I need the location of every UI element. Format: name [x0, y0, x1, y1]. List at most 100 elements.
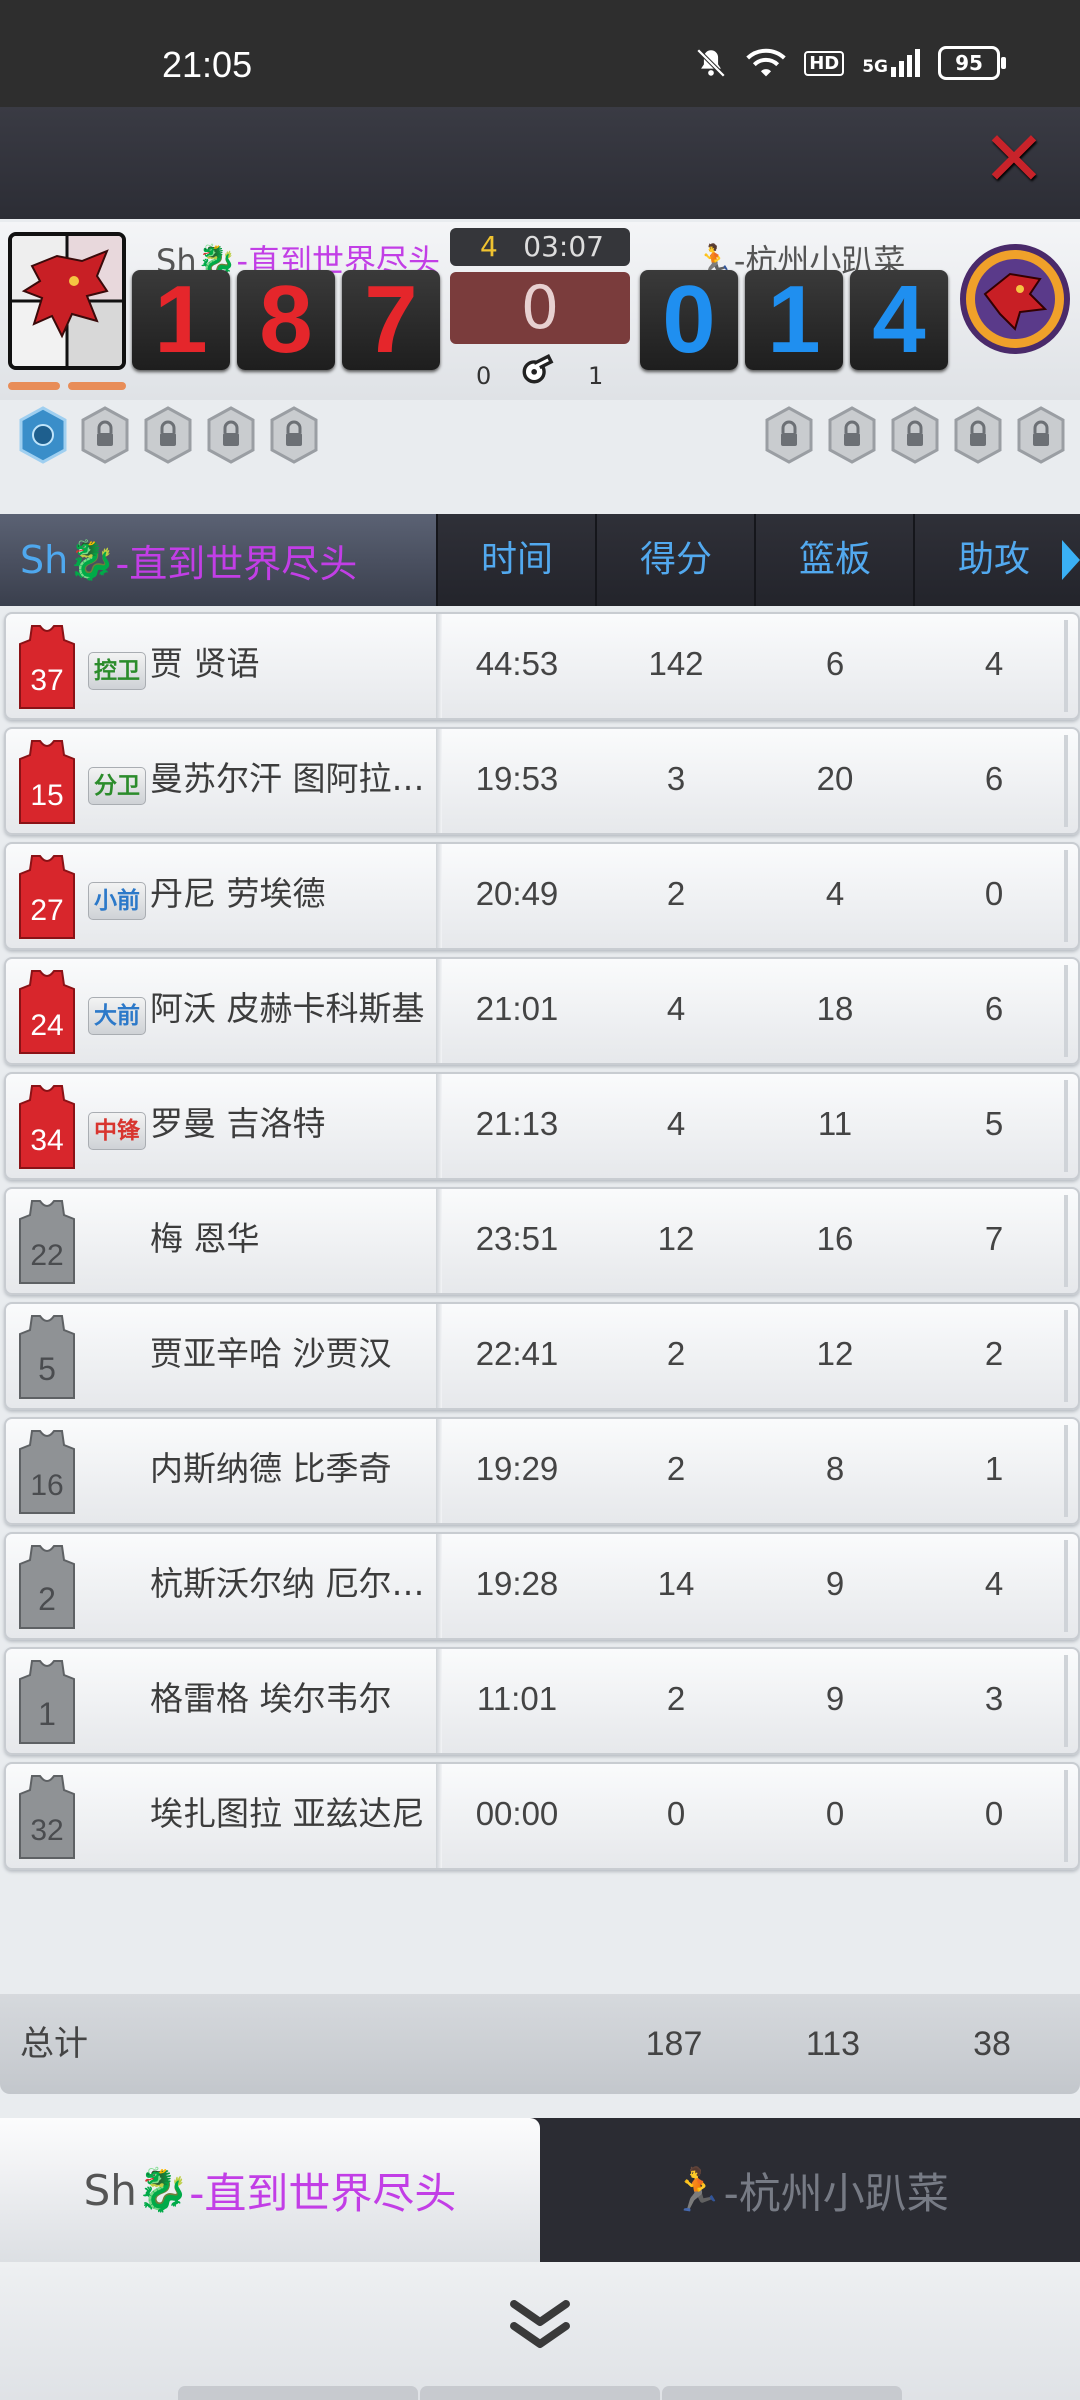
player-name: 罗曼 吉洛特 [150, 1104, 326, 1143]
locked-badge-icon[interactable] [269, 406, 319, 464]
player-name: 杭斯沃尔纳 厄尔… [150, 1564, 425, 1603]
jersey-number: 1 [38, 1696, 56, 1732]
player-name: 丹尼 劳埃德 [150, 874, 326, 913]
jersey-icon: 16 [19, 1430, 75, 1514]
game-clock-panel: 4 03:07 [450, 228, 630, 266]
battery-level: 95 [955, 51, 983, 75]
mute-icon [696, 48, 726, 78]
table-row[interactable]: 22 梅 恩华 23:51 12 16 7 [4, 1187, 1080, 1295]
locked-badge-icon[interactable] [764, 406, 814, 464]
row-edge [1064, 1195, 1068, 1287]
double-chevron-down-icon[interactable] [508, 2298, 572, 2354]
player-name: 贾亚辛哈 沙贾汉 [150, 1334, 392, 1373]
locked-badge-icon[interactable] [206, 406, 256, 464]
stat-rebounds: 9 [825, 1680, 845, 1717]
table-row[interactable]: 32 埃扎图拉 亚兹达尼 00:00 0 0 0 [4, 1762, 1080, 1870]
table-row[interactable]: 1 格雷格 埃尔韦尔 11:01 2 9 3 [4, 1647, 1080, 1755]
stat-points: 4 [666, 1105, 686, 1142]
jersey-number: 15 [30, 779, 63, 812]
dragon-emoji-icon: 🐉 [68, 537, 116, 582]
table-row[interactable]: 27 小前 丹尼 劳埃德 20:49 2 4 0 [4, 842, 1080, 950]
tab-away-label: -杭州小趴菜 [723, 2168, 949, 2218]
close-button[interactable]: ✕ [980, 121, 1048, 197]
stat-rebounds: 11 [817, 1105, 853, 1142]
status-icons: HD 5G 95 [694, 46, 1006, 80]
scoreboard: Sh🐉-直到世界尽头 1 8 7 4 03:07 0 0 1 🏃-杭州小趴菜 0… [0, 222, 1080, 400]
position-badge: 分卫 [88, 767, 146, 805]
row-edge [1064, 620, 1068, 712]
stat-rebounds: 16 [816, 1220, 854, 1257]
stat-assists: 0 [984, 1795, 1004, 1832]
stat-assists: 4 [984, 645, 1004, 682]
bottom-segment-3 [662, 2386, 902, 2400]
locked-badge-icon[interactable] [827, 406, 877, 464]
tab-home-suffix: -直到世界尽头 [189, 2168, 457, 2218]
column-header-time[interactable]: 时间 [436, 514, 596, 606]
scroll-right-arrow-icon[interactable] [1062, 540, 1080, 580]
table-team-suffix: -直到世界尽头 [115, 541, 358, 586]
column-header-points[interactable]: 得分 [595, 514, 755, 606]
stat-rebounds: 18 [816, 990, 854, 1027]
table-row[interactable]: 2 杭斯沃尔纳 厄尔… 19:28 14 9 4 [4, 1532, 1080, 1640]
position-badge: 小前 [88, 882, 146, 920]
jersey-icon: 1 [19, 1660, 75, 1744]
stat-rebounds: 0 [825, 1795, 845, 1832]
table-row[interactable]: 24 大前 阿沃 皮赫卡科斯基 21:01 4 18 6 [4, 957, 1080, 1065]
jersey-number: 16 [30, 1469, 63, 1502]
stat-points: 2 [666, 1680, 686, 1717]
table-row[interactable]: 34 中锋 罗曼 吉洛特 21:13 4 11 5 [4, 1072, 1080, 1180]
locked-badge-icon[interactable] [953, 406, 1003, 464]
table-row[interactable]: 16 内斯纳德 比季奇 19:29 2 8 1 [4, 1417, 1080, 1525]
row-edge [1064, 1080, 1068, 1172]
jersey-icon: 2 [19, 1545, 75, 1629]
network-icon: 5G [862, 49, 920, 77]
player-name: 格雷格 埃尔韦尔 [150, 1679, 392, 1718]
position-badge: 大前 [88, 997, 146, 1035]
red-dragon-logo [12, 236, 122, 366]
jersey-number: 37 [30, 664, 63, 697]
stat-points: 2 [666, 1450, 686, 1487]
totals-label: 总计 [20, 2024, 88, 2064]
away-team-logo [960, 244, 1070, 354]
team-tabs: Sh 🐉 -直到世界尽头 🏃 -杭州小趴菜 [0, 2118, 1080, 2262]
unlocked-badge-icon[interactable] [18, 406, 68, 464]
tab-away-team[interactable]: 🏃 -杭州小趴菜 [540, 2118, 1080, 2262]
jersey-number: 5 [38, 1351, 56, 1387]
row-edge [1064, 735, 1068, 827]
collapse-panel[interactable] [0, 2262, 1080, 2400]
jersey-icon: 32 [19, 1775, 75, 1859]
player-name: 阿沃 皮赫卡科斯基 [150, 989, 425, 1028]
tab-home-team[interactable]: Sh 🐉 -直到世界尽头 [0, 2118, 540, 2262]
player-name: 内斯纳德 比季奇 [150, 1449, 392, 1488]
stat-rebounds: 20 [816, 760, 854, 797]
home-score-digit-2: 8 [237, 270, 335, 370]
player-name: 贾 贤语 [150, 644, 260, 683]
column-header-assists[interactable]: 助攻 [913, 514, 1073, 606]
locked-badge-icon[interactable] [143, 406, 193, 464]
stat-time: 21:13 [475, 1105, 559, 1142]
totals-row: 总计 187 113 38 [0, 1994, 1080, 2094]
table-row[interactable]: 37 控卫贾 贤语 44:53 142 6 4 [4, 612, 1080, 720]
stat-time: 19:53 [475, 760, 559, 797]
table-row[interactable]: 5 贾亚辛哈 沙贾汉 22:41 2 12 2 [4, 1302, 1080, 1410]
title-bar: ✕ [0, 107, 1080, 219]
locked-badge-icon[interactable] [890, 406, 940, 464]
jersey-icon: 27 [19, 855, 75, 939]
stat-assists: 3 [984, 1680, 1004, 1717]
stat-time: 19:29 [475, 1450, 559, 1487]
jersey-icon: 22 [19, 1200, 75, 1284]
stat-points: 3 [666, 760, 686, 797]
table-row[interactable]: 15 分卫 曼苏尔汗 图阿拉… 19:53 3 20 6 [4, 727, 1080, 835]
locked-badge-icon[interactable] [1016, 406, 1066, 464]
stat-points: 0 [666, 1795, 686, 1832]
stat-rebounds: 12 [816, 1335, 854, 1372]
stat-points: 2 [666, 1335, 686, 1372]
jersey-number: 27 [30, 894, 63, 927]
stat-time: 23:51 [475, 1220, 559, 1257]
home-foul-bar-2 [68, 382, 126, 390]
stat-points: 4 [666, 990, 686, 1027]
stat-time: 20:49 [475, 875, 559, 912]
locked-badge-icon[interactable] [80, 406, 130, 464]
jersey-icon: 5 [19, 1315, 75, 1399]
column-header-rebounds[interactable]: 篮板 [754, 514, 914, 606]
